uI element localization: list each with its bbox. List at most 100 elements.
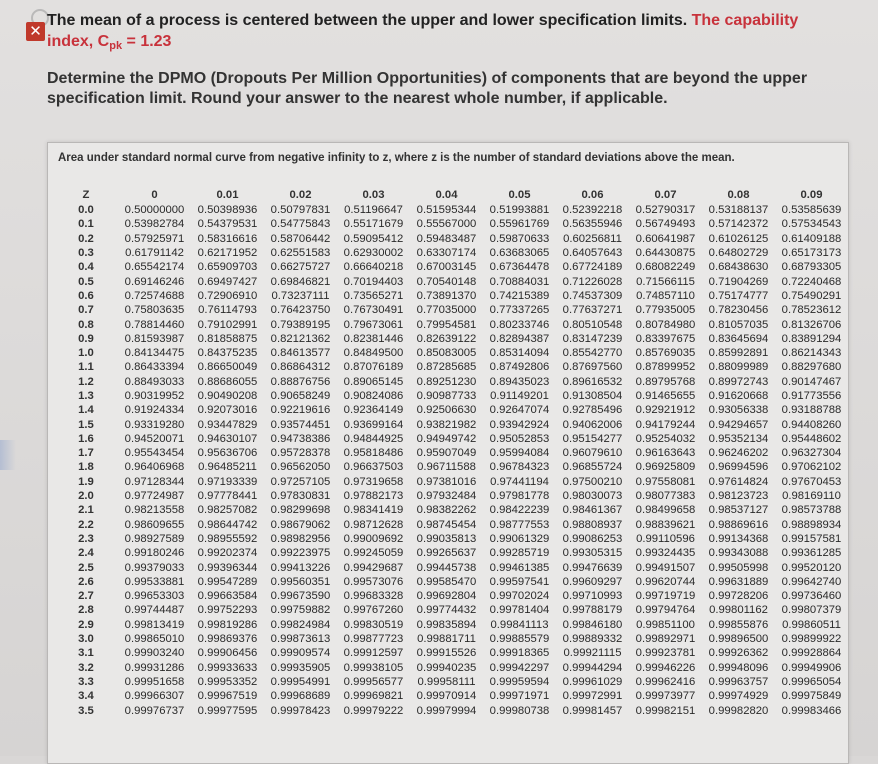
table-cell: 0.93821982 [416, 418, 477, 431]
table-row: 3.3 0.99951658 0.99953352 0.99954991 0.99956… [54, 675, 848, 689]
table-row: 1.1 0.86433394 0.86650049 0.86864312 0.87076… [54, 360, 848, 374]
table-row: 0.3 0.61791142 0.62171952 0.62551583 0.62930… [54, 246, 848, 260]
table-cell: 0.99954991 [270, 675, 331, 688]
row-z-value: 1.1 [78, 361, 94, 374]
table-cell: 0.97614824 [708, 475, 769, 488]
table-cell: 0.84849500 [343, 347, 404, 360]
table-cell: 0.99396344 [197, 561, 258, 574]
z-table-panel: Area under standard normal curve from ne… [47, 142, 849, 764]
table-cell: 0.94294657 [708, 418, 769, 431]
table-row: 2.5 0.99379033 0.99396344 0.99413226 0.99429… [54, 560, 848, 574]
table-cell: 0.99903240 [124, 647, 185, 660]
table-cell: 0.64802729 [708, 247, 769, 260]
table-cell: 0.98499658 [635, 504, 696, 517]
table-cell: 0.77035000 [416, 304, 477, 317]
table-cell: 0.74857110 [636, 289, 695, 302]
table-header-row: Z 0 0.01 0.02 0.03 0.04 0.05 0.06 0.07 0.08 0.09 [54, 186, 848, 203]
table-row: 0.9 0.81593987 0.81858875 0.82121362 0.82381… [54, 332, 848, 346]
table-cell: 0.99728206 [708, 590, 769, 603]
table-cell: 0.64057643 [562, 247, 623, 260]
table-row: 0.6 0.72574688 0.72906910 0.73237111 0.73565… [54, 289, 848, 303]
table-cell: 0.61791142 [125, 247, 184, 260]
table-cell: 0.99912597 [343, 647, 404, 660]
table-cell: 0.98712628 [343, 518, 404, 531]
table-cell: 0.96163643 [635, 447, 696, 460]
table-cell: 0.99938105 [343, 661, 404, 674]
table-cell: 0.55171679 [343, 218, 404, 231]
table-cell: 0.58706442 [270, 232, 331, 245]
table-cell: 0.94062006 [562, 418, 623, 431]
table-cell: 0.65173173 [781, 247, 842, 260]
table-cell: 0.99429687 [343, 561, 404, 574]
table-cell: 0.95352134 [708, 432, 769, 445]
table-cell: 0.99921115 [563, 647, 622, 660]
table-cell: 0.86650049 [197, 361, 258, 374]
table-cell: 0.69846821 [270, 275, 331, 288]
column-header: 0.03 [362, 188, 385, 201]
table-cell: 0.99819286 [197, 618, 258, 631]
table-cell: 0.99944294 [562, 661, 623, 674]
table-cell: 0.99942297 [489, 661, 550, 674]
table-cell: 0.97257105 [270, 475, 331, 488]
row-z-value: 1.0 [78, 347, 94, 360]
table-cell: 0.64430875 [635, 247, 696, 260]
row-z-value: 0.3 [78, 247, 94, 260]
table-cell: 0.99906456 [197, 647, 258, 660]
table-cell: 0.94408260 [781, 418, 842, 431]
table-cell: 0.68438630 [708, 261, 769, 274]
table-cell: 0.99835894 [416, 618, 477, 631]
table-row: 3.0 0.99865010 0.99869376 0.99873613 0.99877… [54, 632, 848, 646]
table-cell: 0.71226028 [562, 275, 623, 288]
row-z-value: 2.4 [78, 547, 94, 560]
table-cell: 0.86214343 [781, 347, 842, 360]
table-row: 2.0 0.97724987 0.97778441 0.97830831 0.97882… [54, 489, 848, 503]
table-cell: 0.99953352 [197, 675, 258, 688]
table-cell: 0.99767260 [343, 604, 404, 617]
table-cell: 0.99956577 [343, 675, 404, 688]
table-cell: 0.99889332 [562, 633, 623, 646]
table-cell: 0.99774432 [416, 604, 477, 617]
table-cell: 0.73565271 [343, 289, 404, 302]
capability-label: The capability [691, 12, 799, 29]
table-cell: 0.53982784 [124, 218, 185, 231]
table-cell: 0.99692804 [416, 590, 477, 603]
table-cell: 0.99744487 [124, 604, 185, 617]
table-cell: 0.57142372 [708, 218, 769, 231]
table-cell: 0.99976737 [124, 704, 185, 717]
table-cell: 0.99134368 [708, 532, 769, 545]
table-cell: 0.54775843 [270, 218, 331, 231]
table-cell: 0.99926362 [708, 647, 769, 660]
table-cell: 0.90319952 [124, 390, 185, 402]
row-z-value: 0.4 [78, 261, 94, 274]
table-cell: 0.99965054 [781, 675, 842, 688]
table-cell: 0.96994596 [708, 461, 769, 474]
table-cell: 0.99180246 [124, 547, 185, 560]
column-header: 0.05 [508, 188, 531, 201]
table-cell: 0.95728378 [270, 447, 331, 460]
table-cell: 0.75490291 [781, 289, 842, 302]
table-cell: 0.90987733 [416, 390, 477, 402]
row-z-value: 1.6 [78, 432, 94, 445]
row-z-value: 2.2 [78, 518, 94, 531]
table-cell: 0.82894387 [489, 332, 550, 345]
table-cell: 0.99759882 [270, 604, 331, 617]
table-cell: 0.98839621 [635, 518, 696, 531]
row-z-value: 2.8 [78, 604, 94, 617]
table-row: 0.4 0.65542174 0.65909703 0.66275727 0.66640… [54, 260, 848, 274]
table-cell: 0.99967519 [197, 690, 258, 703]
row-z-value: 2.7 [78, 590, 94, 603]
table-cell: 0.98927589 [124, 532, 185, 545]
table-cell: 0.97062102 [781, 461, 842, 474]
table-cell: 0.97932484 [416, 490, 477, 503]
table-cell: 0.89795768 [635, 375, 696, 388]
table-cell: 0.95907049 [416, 447, 477, 460]
table-cell: 0.85992891 [708, 347, 769, 360]
table-cell: 0.99781404 [489, 604, 550, 617]
table-cell: 0.97441194 [490, 475, 549, 488]
row-z-value: 0.8 [78, 318, 94, 331]
table-cell: 0.77637271 [562, 304, 623, 317]
table-cell: 0.99962416 [635, 675, 696, 688]
table-cell: 0.99361285 [781, 547, 842, 560]
row-z-value: 1.2 [78, 375, 94, 388]
table-cell: 0.77337265 [489, 304, 550, 317]
